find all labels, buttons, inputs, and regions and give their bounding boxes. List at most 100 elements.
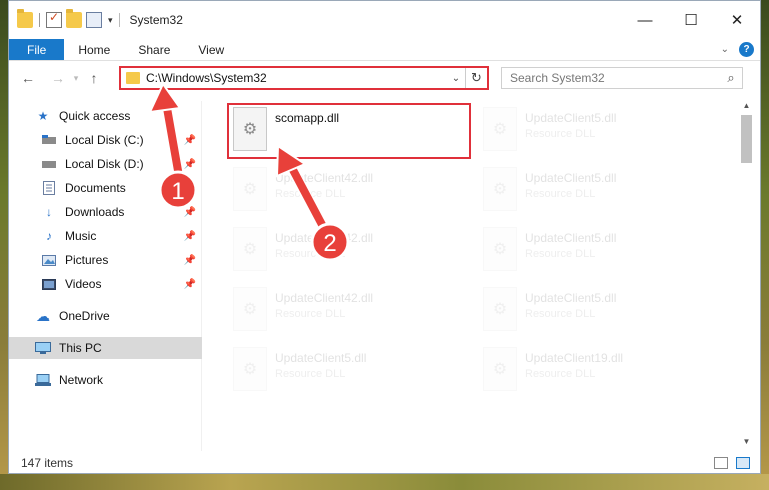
file-item[interactable]: ⚙ UpdateClient19.dll Resource DLL (479, 343, 709, 399)
title-bar: ▾ System32 — ☐ ✕ (9, 1, 760, 39)
sidebar-item-this-pc[interactable]: This PC (9, 337, 202, 359)
search-input[interactable]: Search System32 ⌕ (501, 67, 743, 89)
file-highlight-box (227, 103, 471, 159)
sidebar-item-label: Local Disk (D:) (65, 157, 144, 171)
view-switcher (714, 457, 750, 469)
folder-icon (126, 72, 140, 84)
address-path[interactable]: C:\Windows\System32 (146, 71, 447, 85)
window-title: System32 (118, 13, 183, 27)
file-item[interactable]: ⚙ UpdateClient5.dll Resource DLL (229, 343, 459, 399)
sidebar-item-label: Local Disk (C:) (65, 133, 144, 147)
file-item[interactable]: ⚙ UpdateClient5.dll Resource DLL (479, 103, 709, 159)
dll-file-icon: ⚙ (233, 227, 267, 271)
minimize-button[interactable]: — (622, 1, 668, 39)
sidebar-item-local-disk-d[interactable]: Local Disk (D:) 📌 (9, 153, 202, 175)
file-type: Resource DLL (275, 308, 346, 320)
file-type: Resource DLL (275, 188, 346, 200)
file-name: UpdateClient5.dll (525, 171, 617, 185)
file-item[interactable]: ⚙ UpdateClient42.dll Resource DLL (229, 163, 459, 219)
file-type: Resource DLL (525, 308, 596, 320)
address-bar[interactable]: C:\Windows\System32 ⌄ ↻ (119, 66, 489, 90)
network-icon (35, 373, 51, 387)
new-folder-icon[interactable] (66, 9, 82, 28)
tab-file[interactable]: File (9, 39, 65, 60)
desktop-background (0, 474, 769, 490)
sidebar-item-local-disk-c[interactable]: Local Disk (C:) 📌 (9, 129, 202, 151)
dll-file-icon: ⚙ (483, 227, 517, 271)
up-button[interactable]: ↑ (83, 70, 105, 86)
download-icon: ↓ (46, 205, 52, 219)
dll-file-icon: ⚙ (483, 287, 517, 331)
navigation-bar: ← → ▾ ↑ C:\Windows\System32 ⌄ ↻ Search S… (9, 63, 760, 93)
file-name: UpdateClient5.dll (275, 351, 367, 365)
tab-home[interactable]: Home (64, 39, 124, 60)
file-type: Resource DLL (275, 248, 346, 260)
file-explorer-window: ▾ System32 — ☐ ✕ File Home Share View ⌄ … (8, 0, 761, 474)
file-name: UpdateClient42.dll (275, 291, 374, 305)
file-type: Resource DLL (525, 128, 596, 140)
file-type: Resource DLL (525, 248, 596, 260)
pin-icon[interactable]: 📌 (184, 135, 196, 146)
maximize-button[interactable]: ☐ (668, 1, 714, 39)
details-view-icon[interactable] (714, 457, 728, 469)
chevron-down-icon[interactable]: ⌄ (447, 73, 465, 84)
tab-view[interactable]: View (184, 39, 238, 60)
file-type: Resource DLL (275, 368, 346, 380)
sidebar-item-label: Pictures (65, 253, 109, 267)
file-item[interactable]: ⚙ UpdateClient5.dll Resource DLL (479, 163, 709, 219)
sidebar-item-network[interactable]: Network (9, 369, 202, 391)
sidebar-item-label: Downloads (65, 205, 125, 219)
help-icon[interactable]: ? (739, 42, 754, 57)
file-name: UpdateClient5.dll (525, 111, 617, 125)
scroll-up-icon[interactable]: ▲ (739, 101, 754, 115)
sidebar-item-onedrive[interactable]: ☁ OneDrive (9, 305, 202, 327)
file-type: Resource DLL (525, 368, 596, 380)
pin-icon[interactable]: 📌 (184, 255, 196, 266)
sidebar-item-documents[interactable]: Documents 📌 (9, 177, 202, 199)
dll-file-icon: ⚙ (233, 347, 267, 391)
dll-file-icon: ⚙ (483, 347, 517, 391)
vertical-scrollbar[interactable]: ▲ ▼ (739, 101, 754, 451)
window-controls: — ☐ ✕ (622, 1, 760, 39)
file-item[interactable]: ⚙ UpdateClient42.dll Resource DLL (229, 223, 459, 279)
recent-locations-icon[interactable]: ▾ (69, 73, 83, 84)
sidebar-item-label: This PC (59, 341, 102, 355)
chevron-down-icon[interactable]: ▾ (108, 15, 113, 26)
sidebar-item-music[interactable]: ♪ Music 📌 (9, 225, 202, 247)
file-item[interactable]: ⚙ UpdateClient5.dll Resource DLL (479, 283, 709, 339)
drive-icon (41, 133, 57, 147)
ribbon-right-controls: ⌄ ? (721, 42, 754, 57)
sidebar-item-downloads[interactable]: ↓ Downloads 📌 (9, 201, 202, 223)
file-type: Resource DLL (525, 188, 596, 200)
pin-icon[interactable]: 📌 (184, 183, 196, 194)
pin-icon[interactable]: 📌 (184, 231, 196, 242)
scroll-down-icon[interactable]: ▼ (739, 437, 754, 451)
file-name: UpdateClient5.dll (525, 291, 617, 305)
search-icon[interactable]: ⌕ (720, 70, 742, 86)
search-placeholder: Search System32 (510, 71, 605, 85)
file-item[interactable]: ⚙ UpdateClient42.dll Resource DLL (229, 283, 459, 339)
sidebar-item-pictures[interactable]: Pictures 📌 (9, 249, 202, 271)
forward-button[interactable]: → (47, 70, 69, 86)
file-item[interactable]: ⚙ UpdateClient5.dll Resource DLL (479, 223, 709, 279)
scrollbar-thumb[interactable] (741, 115, 752, 163)
pin-icon[interactable]: 📌 (184, 207, 196, 218)
close-button[interactable]: ✕ (714, 1, 760, 39)
sidebar-item-quick-access[interactable]: ★ Quick access (9, 105, 202, 127)
tab-share[interactable]: Share (124, 39, 184, 60)
pin-icon[interactable]: 📌 (184, 279, 196, 290)
back-button[interactable]: ← (17, 70, 39, 86)
file-name: UpdateClient5.dll (525, 231, 617, 245)
pin-icon[interactable]: 📌 (184, 159, 196, 170)
expand-ribbon-icon[interactable]: ⌄ (721, 44, 729, 55)
star-icon: ★ (37, 109, 49, 123)
properties-check-icon[interactable] (46, 10, 62, 28)
sidebar-item-videos[interactable]: Videos 📌 (9, 273, 202, 295)
separator (39, 13, 40, 27)
sidebar-item-label: Videos (65, 277, 102, 291)
drive-icon (41, 157, 57, 171)
refresh-button[interactable]: ↻ (465, 68, 487, 88)
view-options-icon[interactable] (86, 12, 102, 28)
sidebar-item-label: Documents (65, 181, 126, 195)
tiles-view-icon[interactable] (736, 457, 750, 469)
